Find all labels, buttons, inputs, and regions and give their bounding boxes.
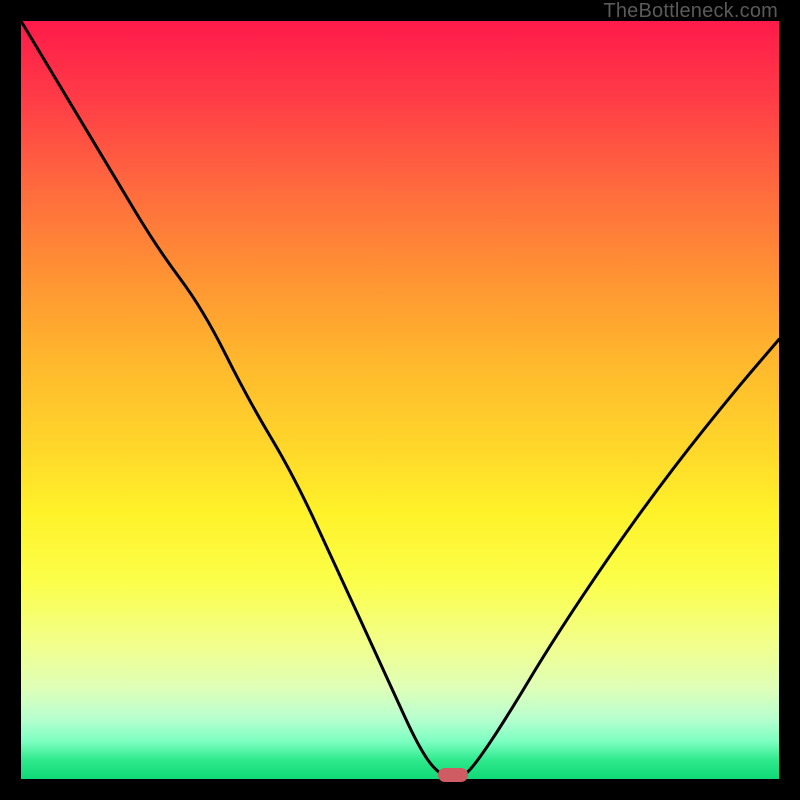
plot-area bbox=[21, 21, 779, 779]
chart-frame: TheBottleneck.com bbox=[0, 0, 800, 800]
watermark-text: TheBottleneck.com bbox=[603, 0, 778, 23]
bottleneck-curve bbox=[21, 21, 779, 779]
optimal-marker bbox=[438, 768, 468, 782]
